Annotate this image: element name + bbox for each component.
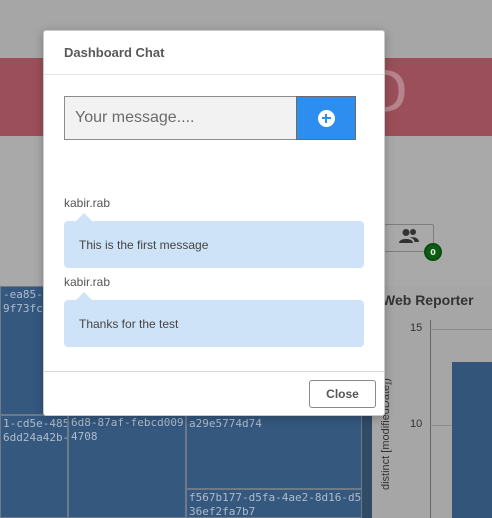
- message-item: kabir.rab Thanks for the test: [64, 274, 364, 353]
- message-bubble: This is the first message: [64, 213, 364, 268]
- dialog-footer: Close: [44, 371, 384, 415]
- message-text: This is the first message: [79, 237, 209, 252]
- chart-title: Web Reporter: [382, 292, 474, 308]
- message-author: kabir.rab: [64, 275, 111, 289]
- online-count-badge: 0: [424, 243, 442, 261]
- close-button[interactable]: Close: [309, 380, 376, 408]
- treemap-cell[interactable]: 6d8-87af-febcd009- 4708: [68, 415, 186, 518]
- message-text: Thanks for the test: [79, 316, 179, 331]
- send-button[interactable]: [296, 96, 356, 140]
- plus-circle-icon: [317, 109, 335, 127]
- dialog-header: Dashboard Chat: [44, 31, 384, 75]
- message-bubble: Thanks for the test: [64, 292, 364, 347]
- message-list: kabir.rab This is the first message kabi…: [64, 195, 364, 353]
- chart-bar[interactable]: [452, 362, 492, 518]
- message-author: kabir.rab: [64, 196, 111, 210]
- treemap-cell[interactable]: a29e5774d74: [186, 415, 362, 489]
- dialog-title: Dashboard Chat: [64, 45, 165, 60]
- users-icon: [398, 228, 420, 248]
- gridline: [430, 329, 492, 330]
- y-axis: [430, 320, 431, 518]
- y-tick: 15: [410, 322, 423, 334]
- message-input[interactable]: [64, 96, 296, 140]
- message-item: kabir.rab This is the first message: [64, 195, 364, 274]
- treemap-cell[interactable]: f567b177-d5fa-4ae2-8d16-d5- 36ef2fa7b7: [186, 489, 362, 518]
- message-composer: [64, 96, 356, 140]
- treemap-cell[interactable]: 1-cd5e-485- 6dd24a42b-: [0, 415, 68, 518]
- dashboard-chat-dialog: Dashboard Chat kabir.rab This is the fir…: [43, 30, 385, 416]
- y-tick: 10: [410, 418, 423, 430]
